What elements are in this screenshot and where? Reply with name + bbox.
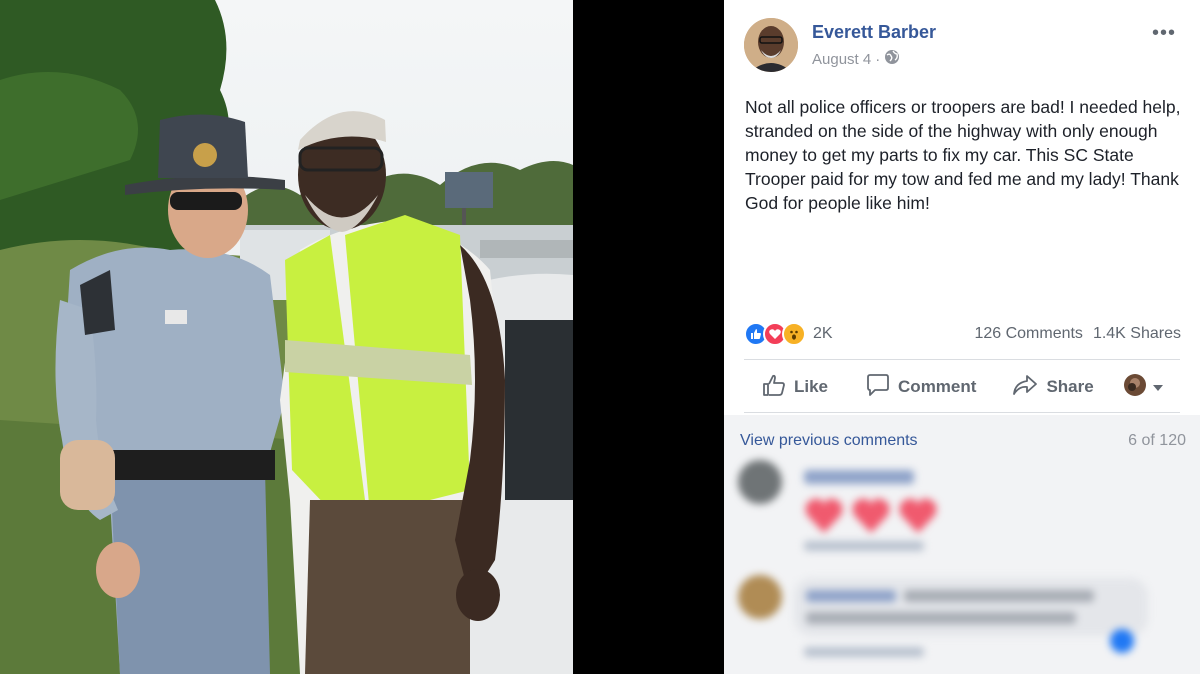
post-panel: Everett Barber August 4 · ••• Not all po…: [724, 0, 1200, 674]
engagement-counts: 126 Comments 1.4K Shares: [974, 325, 1181, 343]
comment-actions: [804, 541, 924, 551]
comments-section: View previous comments 6 of 120: [724, 415, 1200, 674]
globe-icon: [884, 49, 900, 69]
comments-position: 6 of 120: [1128, 432, 1186, 449]
view-previous-comments-link[interactable]: View previous comments: [740, 432, 918, 450]
share-button[interactable]: Share: [1012, 374, 1094, 401]
comment-like-badge: [1110, 629, 1134, 653]
reaction-count: 2K: [813, 325, 833, 342]
profile-avatar-small: [1123, 373, 1146, 401]
speech-bubble-icon: [866, 373, 890, 401]
meta-separator: ·: [875, 50, 881, 68]
divider: [744, 359, 1180, 360]
caret-down-icon: [1152, 377, 1164, 397]
author-name[interactable]: Everett Barber: [812, 22, 936, 43]
divider: [744, 412, 1180, 413]
like-button[interactable]: Like: [762, 374, 828, 401]
like-label: Like: [794, 377, 829, 396]
reactions-summary[interactable]: 2K: [744, 322, 833, 346]
commenter-avatar: [738, 460, 782, 504]
avatar-image: [744, 18, 798, 72]
comment-button[interactable]: Comment: [866, 373, 977, 401]
post-meta: August 4 ·: [812, 49, 900, 69]
commenter-name: [804, 470, 914, 484]
photo-image: [0, 0, 573, 674]
post-text: Not all police officers or troopers are …: [745, 97, 1181, 213]
shares-count[interactable]: 1.4K Shares: [1093, 325, 1181, 343]
post-photo[interactable]: [0, 0, 573, 674]
author-avatar[interactable]: [744, 18, 798, 72]
share-arrow-icon: [1012, 374, 1038, 401]
comment-label: Comment: [898, 377, 977, 396]
more-options-button[interactable]: •••: [1152, 22, 1176, 45]
share-label: Share: [1046, 377, 1094, 396]
photo-viewer: [0, 0, 724, 674]
commenter-avatar: [738, 575, 782, 619]
wow-reaction-icon: [782, 322, 806, 346]
thumbs-up-icon: [762, 374, 786, 401]
comments-count[interactable]: 126 Comments: [974, 325, 1083, 343]
comment-actions: [804, 647, 924, 657]
post-date[interactable]: August 4: [812, 51, 871, 68]
reaction-identity-selector[interactable]: [1123, 373, 1164, 401]
comment-bubble: [794, 578, 1148, 636]
comment-stickers: [804, 495, 954, 535]
action-bar: Like Comment Share: [744, 370, 1184, 404]
